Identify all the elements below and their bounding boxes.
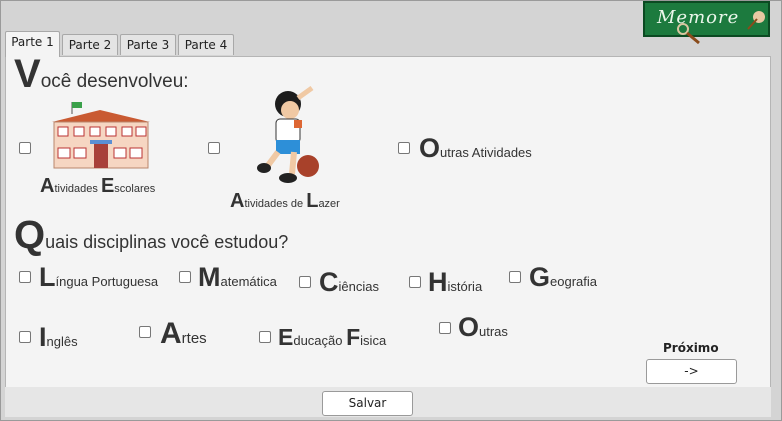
label-outras-atividades: Outras Atividades bbox=[419, 133, 532, 163]
label-historia: História bbox=[428, 267, 483, 297]
next-label: Próximo bbox=[663, 341, 719, 355]
label-geografia: Geografia bbox=[529, 262, 597, 292]
checkbox-matematica[interactable] bbox=[179, 271, 191, 283]
checkbox-atividades-escolares[interactable] bbox=[19, 142, 31, 154]
section-heading-subjects: Quais disciplinas você estudou? bbox=[14, 213, 289, 257]
label-lingua-portuguesa: Língua Portuguesa bbox=[39, 262, 159, 292]
label-educacao-fisica: Educação Fisica bbox=[278, 324, 387, 350]
school-building-illustration bbox=[52, 102, 150, 169]
section-heading-activities: Você desenvolveu: bbox=[14, 52, 189, 96]
boy-playing-ball-illustration bbox=[257, 86, 319, 183]
checkbox-geografia[interactable] bbox=[509, 271, 521, 283]
memore-logo: Memore bbox=[643, 1, 770, 45]
checkbox-artes[interactable] bbox=[139, 326, 151, 338]
checkbox-ingles[interactable] bbox=[19, 331, 31, 343]
save-button[interactable]: Salvar bbox=[322, 391, 413, 416]
label-artes: Artes bbox=[160, 317, 207, 350]
checkbox-outras[interactable] bbox=[439, 322, 451, 334]
tab-parte-1[interactable]: Parte 1 bbox=[5, 31, 60, 57]
checkbox-outras-atividades[interactable] bbox=[398, 142, 410, 154]
checkbox-historia[interactable] bbox=[409, 276, 421, 288]
label-outras: Outras bbox=[458, 312, 508, 342]
label-atividades-escolares: Atividades Escolares bbox=[40, 175, 156, 197]
checkbox-educacao-fisica[interactable] bbox=[259, 331, 271, 343]
pencil-hand-icon bbox=[747, 11, 765, 30]
checkbox-ciencias[interactable] bbox=[299, 276, 311, 288]
next-button[interactable]: -> bbox=[646, 359, 737, 384]
label-matematica: Matemática bbox=[198, 262, 277, 292]
label-ciencias: Ciências bbox=[319, 267, 379, 297]
magnifier-icon bbox=[677, 23, 700, 45]
checkbox-atividades-de-lazer[interactable] bbox=[208, 142, 220, 154]
label-atividades-de-lazer: Atividades de Lazer bbox=[230, 190, 340, 212]
checkbox-lingua-portuguesa[interactable] bbox=[19, 271, 31, 283]
label-ingles: Inglês bbox=[39, 322, 78, 352]
